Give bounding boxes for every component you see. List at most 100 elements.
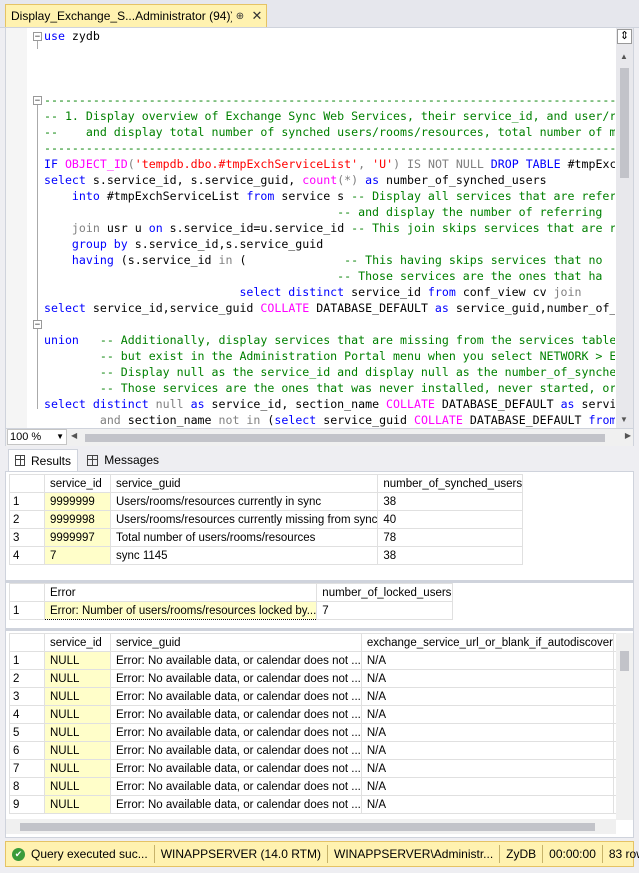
query-editor[interactable]: − − − use zydb -------------------------… [5, 27, 634, 429]
grid-cell[interactable]: NULL [44, 687, 111, 706]
grid-cell[interactable]: 38 [377, 546, 524, 565]
code-line[interactable]: use zydb [44, 28, 615, 44]
grid-cell[interactable]: NULL [44, 651, 111, 670]
grid-cell[interactable]: NULL [44, 723, 111, 742]
code-line[interactable]: join usr u on s.service_id=u.service_id … [44, 220, 615, 236]
code-line[interactable] [44, 44, 615, 60]
grid-corner[interactable] [9, 583, 45, 602]
grid-corner[interactable] [9, 633, 45, 652]
code-line[interactable]: into #tmpExchServiceList from service s … [44, 188, 615, 204]
grid-cell[interactable]: Error: No available data, or calendar do… [110, 759, 362, 778]
row-number[interactable]: 4 [9, 705, 45, 724]
column-header[interactable]: service_id [44, 633, 111, 652]
scroll-up-icon[interactable]: ▲ [620, 52, 628, 61]
close-icon[interactable]: ✕ [248, 8, 266, 24]
code-line[interactable] [44, 316, 615, 332]
table-row[interactable]: 8 NULL Error: No available data, or calend… [9, 777, 632, 796]
table-row[interactable]: 1 Error: Number of users/rooms/resources … [9, 601, 454, 620]
scrollbar-thumb[interactable] [620, 651, 629, 671]
code-line[interactable]: union -- Additionally, display services … [44, 332, 615, 348]
tab-messages[interactable]: Messages [81, 449, 165, 471]
grid-cell[interactable]: Error: No available data, or calendar do… [110, 669, 362, 688]
grid-cell[interactable]: sync 1145 [109, 546, 379, 565]
code-line[interactable]: -- and display total number of synched u… [44, 124, 615, 140]
code-line[interactable] [44, 60, 615, 76]
scrollbar-thumb[interactable] [85, 434, 605, 442]
grid-cell[interactable]: 38 [377, 492, 524, 511]
grid-cell[interactable]: NULL [44, 795, 111, 814]
grid-cell[interactable]: N/A [360, 741, 614, 760]
code-line[interactable]: ----------------------------------------… [44, 140, 615, 156]
grid-cell[interactable]: Error: No available data, or calendar do… [110, 777, 362, 796]
tab-results[interactable]: Results [8, 449, 78, 471]
grid-cell[interactable]: 9999998 [44, 510, 111, 529]
code-line[interactable] [44, 76, 615, 92]
row-number[interactable]: 5 [9, 723, 45, 742]
pin-icon[interactable]: ⊕ [232, 11, 248, 22]
column-header[interactable]: service_guid [110, 633, 362, 652]
grid-cell[interactable]: NULL [44, 741, 111, 760]
grid-cell[interactable]: N/A [360, 795, 614, 814]
zoom-select[interactable]: 100 % ▼ [7, 429, 67, 445]
code-line[interactable]: -- 1. Display overview of Exchange Sync … [44, 108, 615, 124]
row-number[interactable]: 4 [9, 546, 45, 565]
grid-cell[interactable]: Error: No available data, or calendar do… [110, 705, 362, 724]
row-number[interactable]: 3 [9, 528, 45, 547]
row-number[interactable]: 2 [9, 669, 45, 688]
grid-cell[interactable]: Users/rooms/resources currently missing … [109, 510, 379, 529]
code-line[interactable]: select service_id,service_guid COLLATE D… [44, 300, 615, 316]
column-header[interactable]: Error [43, 583, 318, 602]
row-number[interactable]: 2 [9, 510, 45, 529]
grid-cell[interactable]: 78 [377, 528, 524, 547]
split-view-icon[interactable]: ⇕ [617, 29, 632, 44]
table-row[interactable]: 7 NULL Error: No available data, or calend… [9, 759, 632, 778]
result-grid-3[interactable]: service_id service_guid exchange_service_u… [9, 633, 632, 814]
collapse-toggle-icon[interactable]: − [33, 96, 42, 106]
row-number[interactable]: 1 [9, 492, 45, 511]
grid-cell[interactable]: Error: No available data, or calendar do… [110, 723, 362, 742]
row-number[interactable]: 8 [9, 777, 45, 796]
code-line[interactable]: and section_name not in (select service_… [44, 412, 615, 428]
code-line[interactable]: select distinct service_id from conf_vie… [44, 284, 615, 300]
scroll-down-icon[interactable]: ▼ [620, 415, 628, 424]
row-number[interactable]: 1 [9, 601, 45, 620]
editor-vertical-scrollbar[interactable]: ⇕ ▲ ▼ [616, 28, 633, 428]
grid-cell[interactable]: N/A [360, 669, 614, 688]
code-line[interactable]: -- but exist in the Administration Porta… [44, 348, 615, 364]
grid-cell[interactable]: 9999999 [44, 492, 111, 511]
scroll-right-icon[interactable]: ▶ [625, 431, 631, 440]
column-header[interactable]: service_id [44, 474, 111, 493]
column-header[interactable]: number_of_synched_users [377, 474, 524, 493]
grid-cell[interactable]: Error: No available data, or calendar do… [110, 651, 362, 670]
scrollbar-thumb[interactable] [620, 68, 629, 178]
grid-cell[interactable]: Users/rooms/resources currently in sync [109, 492, 379, 511]
table-row[interactable]: 1 NULL Error: No available data, or calend… [9, 651, 632, 670]
code-line[interactable]: -- and display the number of referring [44, 204, 615, 220]
grid-corner[interactable] [9, 474, 45, 493]
grid-cell[interactable]: Total number of users/rooms/resources [109, 528, 379, 547]
collapse-toggle-icon[interactable]: − [33, 320, 42, 330]
table-row[interactable]: 9 NULL Error: No available data, or calend… [9, 795, 632, 814]
row-number[interactable]: 3 [9, 687, 45, 706]
table-row[interactable]: 3 9999997 Total number of users/rooms/reso… [9, 528, 524, 547]
result-grid-2[interactable]: Error number_of_locked_users 1 Error: Numb… [9, 583, 454, 620]
grid-cell[interactable]: 7 [316, 601, 454, 620]
code-line[interactable]: -- Those services are the ones that was … [44, 380, 615, 396]
grid-cell[interactable]: N/A [360, 687, 614, 706]
grid-cell[interactable]: N/A [360, 777, 614, 796]
grid-cell[interactable]: NULL [44, 705, 111, 724]
code-line[interactable]: ----------------------------------------… [44, 92, 615, 108]
grid-cell[interactable]: Error: No available data, or calendar do… [110, 687, 362, 706]
grid-cell[interactable]: 40 [377, 510, 524, 529]
row-number[interactable]: 9 [9, 795, 45, 814]
code-text[interactable]: use zydb -------------------------------… [44, 28, 615, 428]
row-number[interactable]: 7 [9, 759, 45, 778]
grid-splitter[interactable] [6, 628, 633, 631]
column-header[interactable]: number_of_locked_users [316, 583, 454, 602]
table-row[interactable]: 3 NULL Error: No available data, or calend… [9, 687, 632, 706]
table-row[interactable]: 4 NULL Error: No available data, or calend… [9, 705, 632, 724]
result-grid-1[interactable]: service_id service_guid number_of_synched_… [9, 474, 524, 565]
row-number[interactable]: 6 [9, 741, 45, 760]
editor-horizontal-scrollbar[interactable]: ◀ ▶ [71, 431, 631, 444]
code-line[interactable]: -- Display null as the service_id and di… [44, 364, 615, 380]
